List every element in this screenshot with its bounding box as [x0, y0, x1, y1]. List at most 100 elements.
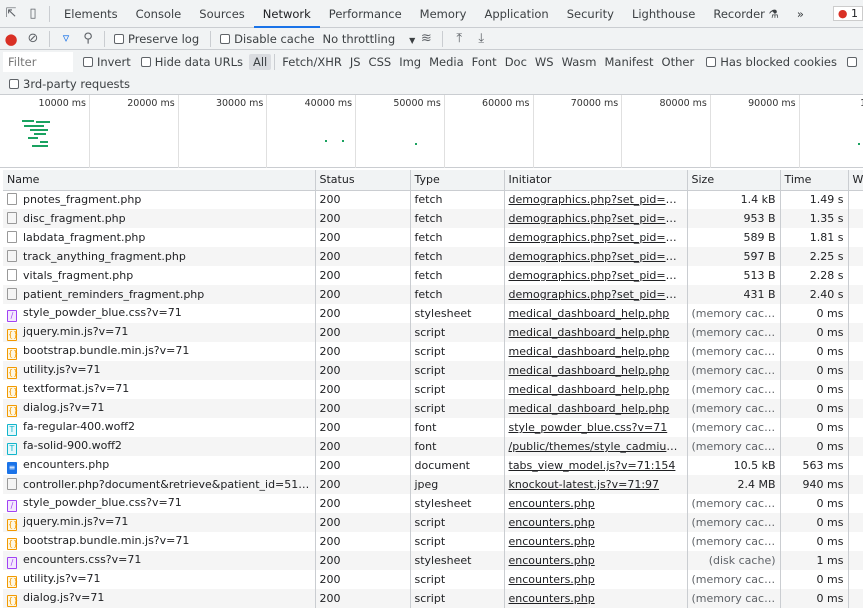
request-row[interactable]: {} textformat.js?v=71 200 script medical_… — [3, 380, 863, 399]
search-icon[interactable]: ⚲ — [77, 29, 99, 49]
name-cell[interactable]: disc_fragment.php — [3, 209, 316, 228]
initiator-link[interactable]: style_powder_blue.css?v=71 — [509, 421, 668, 434]
filter-type-manifest[interactable]: Manifest — [600, 54, 657, 70]
hide-data-urls-checkbox[interactable]: Hide data URLs — [140, 55, 243, 69]
request-row[interactable]: pnotes_fragment.php 200 fetch demographi… — [3, 190, 863, 209]
disable-cache-checkbox[interactable]: Disable cache — [220, 32, 315, 46]
name-cell[interactable]: {} dialog.js?v=71 — [3, 399, 316, 418]
initiator-link[interactable]: medical_dashboard_help.php — [509, 307, 670, 320]
column-header-wa[interactable]: Wa — [848, 170, 863, 191]
name-cell[interactable]: vitals_fragment.php — [3, 266, 316, 285]
initiator-link[interactable]: encounters.php — [509, 535, 595, 548]
tab-lighthouse[interactable]: Lighthouse — [623, 0, 704, 28]
initiator-link[interactable]: /public/themes/style_cadmium_y... — [509, 440, 687, 453]
tab-sources[interactable]: Sources — [190, 0, 254, 28]
name-cell[interactable]: controller.php?document&retrieve&patient… — [3, 475, 316, 494]
preserve-log-checkbox[interactable]: Preserve log — [114, 32, 199, 46]
name-cell[interactable]: {} textformat.js?v=71 — [3, 380, 316, 399]
initiator-link[interactable]: medical_dashboard_help.php — [509, 383, 670, 396]
tab-network[interactable]: Network — [253, 0, 320, 28]
initiator-link[interactable]: medical_dashboard_help.php — [509, 326, 670, 339]
request-row[interactable]: ∕ style_powder_blue.css?v=71 200 styleshe… — [3, 304, 863, 323]
tab-elements[interactable]: Elements — [55, 0, 127, 28]
name-cell[interactable]: labdata_fragment.php — [3, 228, 316, 247]
filter-type-media[interactable]: Media — [425, 54, 468, 70]
request-row[interactable]: ∕ style_powder_blue.css?v=71 200 styleshe… — [3, 494, 863, 513]
request-row[interactable]: {} bootstrap.bundle.min.js?v=71 200 scrip… — [3, 342, 863, 361]
initiator-link[interactable]: demographics.php?set_pid=519:5... — [509, 250, 687, 263]
filter-type-css[interactable]: CSS — [365, 54, 396, 70]
initiator-link[interactable]: demographics.php?set_pid=519:5... — [509, 193, 687, 206]
tab-application[interactable]: Application — [475, 0, 557, 28]
initiator-link[interactable]: demographics.php?set_pid=519:5... — [509, 288, 687, 301]
initiator-link[interactable]: encounters.php — [509, 554, 595, 567]
name-cell[interactable]: track_anything_fragment.php — [3, 247, 316, 266]
timeline-overview[interactable]: 10000 ms 20000 ms 30000 ms 40000 ms 50000 ms… — [0, 95, 863, 168]
error-badge[interactable]: ● 1 — [832, 6, 863, 21]
request-row[interactable]: disc_fragment.php 200 fetch demographics… — [3, 209, 863, 228]
name-cell[interactable]: patient_reminders_fragment.php — [3, 285, 316, 304]
filter-type-all[interactable]: All — [249, 53, 272, 70]
initiator-link[interactable]: encounters.php — [509, 497, 595, 510]
request-row[interactable]: {} utility.js?v=71 200 script encounters.… — [3, 570, 863, 589]
filter-type-js[interactable]: JS — [346, 54, 365, 70]
tab-recorder[interactable]: Recorder ⚗ — [704, 0, 788, 28]
third-party-checkbox[interactable]: 3rd-party requests — [9, 77, 130, 91]
initiator-link[interactable]: encounters.php — [509, 516, 595, 529]
request-row[interactable]: patient_reminders_fragment.php 200 fetch… — [3, 285, 863, 304]
initiator-link[interactable]: medical_dashboard_help.php — [509, 364, 670, 377]
name-cell[interactable]: ∕ encounters.css?v=71 — [3, 551, 316, 570]
filter-type-wasm[interactable]: Wasm — [558, 54, 601, 70]
inspect-element-icon[interactable]: ⇱ — [0, 4, 22, 24]
blocked-requests-checkbox[interactable] — [847, 56, 857, 67]
import-har-icon[interactable]: ⤒ — [448, 29, 470, 49]
column-header-type[interactable]: Type — [410, 170, 505, 191]
name-cell[interactable]: {} jquery.min.js?v=71 — [3, 513, 316, 532]
name-cell[interactable]: {} jquery.min.js?v=71 — [3, 323, 316, 342]
name-cell[interactable]: {} bootstrap.bundle.min.js?v=71 — [3, 342, 316, 361]
initiator-link[interactable]: encounters.php — [509, 573, 595, 586]
name-cell[interactable]: {} utility.js?v=71 — [3, 361, 316, 380]
clear-icon[interactable]: ⊘ — [22, 29, 44, 49]
request-row[interactable]: labdata_fragment.php 200 fetch demograph… — [3, 228, 863, 247]
request-row[interactable]: ≡ encounters.php 200 document tabs_view_m… — [3, 456, 863, 475]
request-row[interactable]: {} jquery.min.js?v=71 200 script encounte… — [3, 513, 863, 532]
more-tabs-button[interactable]: » — [788, 0, 813, 28]
filter-type-img[interactable]: Img — [395, 54, 425, 70]
filter-type-doc[interactable]: Doc — [501, 54, 531, 70]
column-header-initiator[interactable]: Initiator — [504, 170, 688, 191]
column-header-time[interactable]: Time — [780, 170, 849, 191]
request-row[interactable]: controller.php?document&retrieve&patient… — [3, 475, 863, 494]
name-cell[interactable]: ≡ encounters.php — [3, 456, 316, 475]
filter-type-ws[interactable]: WS — [531, 54, 558, 70]
throttling-select[interactable]: No throttling ▼ — [323, 32, 416, 46]
name-cell[interactable]: {} utility.js?v=71 — [3, 570, 316, 589]
initiator-link[interactable]: medical_dashboard_help.php — [509, 402, 670, 415]
column-header-status[interactable]: Status — [315, 170, 411, 191]
tab-memory[interactable]: Memory — [411, 0, 476, 28]
name-cell[interactable]: {} dialog.js?v=71 — [3, 589, 316, 608]
initiator-link[interactable]: medical_dashboard_help.php — [509, 345, 670, 358]
initiator-link[interactable]: encounters.php — [509, 592, 595, 605]
name-cell[interactable]: Tfa-solid-900.woff2 — [3, 437, 316, 456]
filter-type-other[interactable]: Other — [658, 54, 699, 70]
invert-checkbox[interactable]: Invert — [82, 55, 131, 69]
filter-type-fetchxhr[interactable]: Fetch/XHR — [278, 54, 346, 70]
initiator-link[interactable]: demographics.php?set_pid=519:5... — [509, 231, 687, 244]
network-conditions-icon[interactable]: ≋ — [415, 29, 437, 49]
request-row[interactable]: Tfa-regular-400.woff2 200 font style_pow… — [3, 418, 863, 437]
request-row[interactable]: vitals_fragment.php 200 fetch demographi… — [3, 266, 863, 285]
request-row[interactable]: track_anything_fragment.php 200 fetch de… — [3, 247, 863, 266]
column-header-name[interactable]: Name — [3, 170, 316, 191]
initiator-link[interactable]: knockout-latest.js?v=71:97 — [509, 478, 660, 491]
request-row[interactable]: ∕ encounters.css?v=71 200 stylesheet enco… — [3, 551, 863, 570]
request-row[interactable]: Tfa-solid-900.woff2 200 font /public/the… — [3, 437, 863, 456]
tab-performance[interactable]: Performance — [320, 0, 411, 28]
request-row[interactable]: {} jquery.min.js?v=71 200 script medical_… — [3, 323, 863, 342]
device-toolbar-icon[interactable]: ▯ — [22, 4, 44, 24]
request-row[interactable]: {} bootstrap.bundle.min.js?v=71 200 scrip… — [3, 532, 863, 551]
tab-security[interactable]: Security — [558, 0, 623, 28]
record-icon[interactable]: ● — [0, 29, 22, 49]
name-cell[interactable]: pnotes_fragment.php — [3, 190, 316, 209]
name-cell[interactable]: Tfa-regular-400.woff2 — [3, 418, 316, 437]
